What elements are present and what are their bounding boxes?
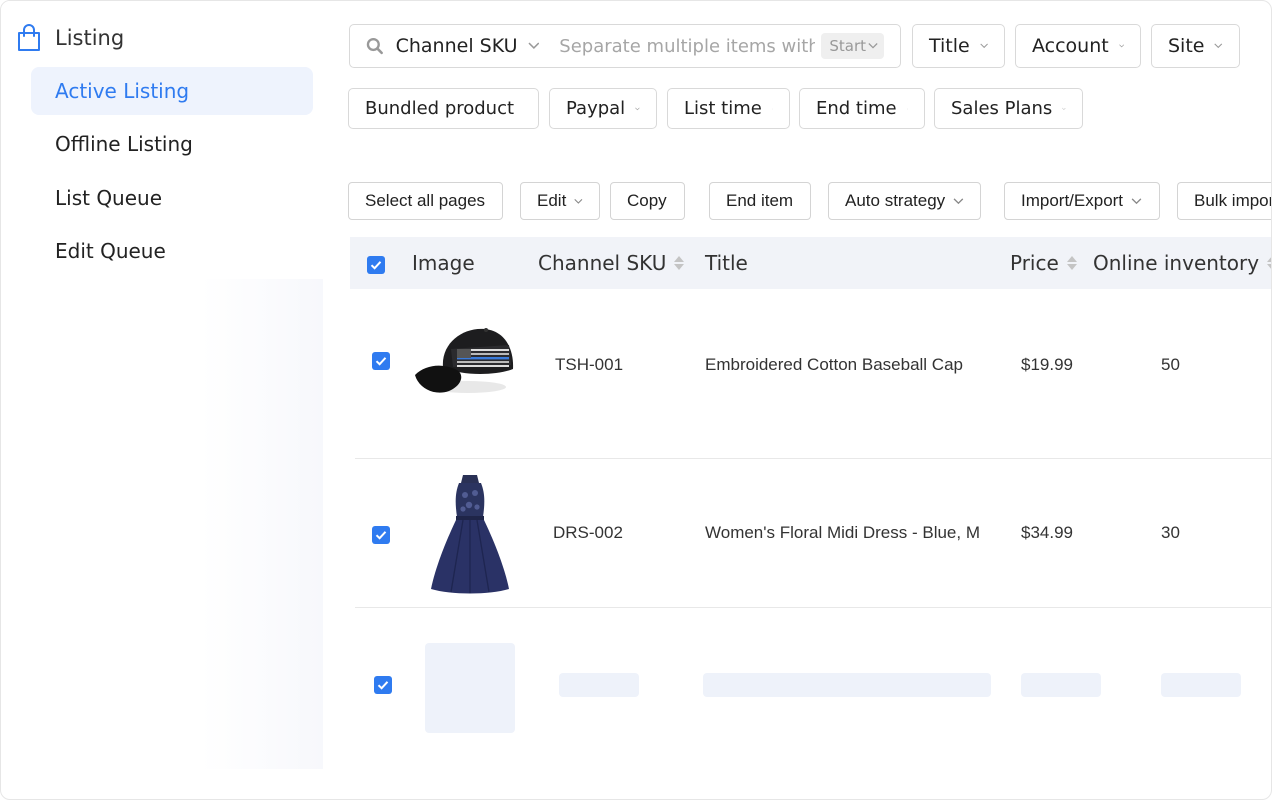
chevron-down-icon bbox=[635, 107, 640, 110]
chevron-down-icon bbox=[1062, 107, 1066, 110]
chevron-down-icon bbox=[1131, 197, 1142, 204]
chevron-down-icon bbox=[771, 108, 773, 109]
title-cell[interactable]: Embroidered Cotton Baseball Cap bbox=[705, 355, 991, 375]
filter-title[interactable]: Title bbox=[912, 24, 1005, 68]
filter-title-label: Title bbox=[929, 35, 970, 57]
chevron-down-icon bbox=[953, 197, 964, 204]
copy-button[interactable]: Copy bbox=[610, 182, 685, 220]
filter-sales-plans-label: Sales Plans bbox=[951, 98, 1053, 119]
shopping-bag-icon bbox=[18, 24, 40, 51]
import-export-label: Import/Export bbox=[1021, 191, 1124, 210]
filter-site-label: Site bbox=[1168, 35, 1205, 57]
import-export-button[interactable]: Import/Export bbox=[1004, 182, 1160, 220]
price-placeholder bbox=[1021, 673, 1101, 697]
chevron-down-icon bbox=[1118, 44, 1124, 48]
row-divider bbox=[355, 607, 1271, 608]
price-cell: $19.99 bbox=[1021, 355, 1073, 374]
search-mode-select[interactable]: Start bbox=[821, 33, 885, 59]
sku-cell: TSH-001 bbox=[555, 355, 624, 374]
column-header-inventory[interactable]: Online inventory bbox=[1093, 237, 1271, 289]
filter-site[interactable]: Site bbox=[1151, 24, 1240, 68]
filter-sales-plans[interactable]: Sales Plans bbox=[934, 88, 1083, 129]
search-field-selector[interactable]: Channel SKU bbox=[396, 35, 518, 57]
checkmark-icon bbox=[375, 357, 387, 366]
column-header-price[interactable]: Price bbox=[1010, 237, 1077, 289]
chevron-down-icon bbox=[906, 108, 908, 109]
filter-paypal-label: Paypal bbox=[566, 98, 626, 119]
image-placeholder bbox=[425, 643, 515, 733]
column-header-sku[interactable]: Channel SKU bbox=[538, 237, 685, 289]
search-icon bbox=[366, 37, 383, 55]
search-input[interactable]: Separate multiple items with bbox=[559, 36, 815, 57]
sort-icon[interactable] bbox=[674, 256, 685, 270]
sidebar-item-active-listing[interactable]: Active Listing bbox=[31, 67, 313, 115]
select-all-pages-button[interactable]: Select all pages bbox=[348, 182, 503, 220]
title-placeholder bbox=[703, 673, 991, 697]
sort-icon[interactable] bbox=[1066, 256, 1077, 270]
column-price-label: Price bbox=[1010, 251, 1059, 275]
product-image-midi-dress[interactable] bbox=[429, 473, 511, 595]
filter-bundled-product[interactable]: Bundled product bbox=[348, 88, 539, 129]
filter-list-time-label: List time bbox=[684, 98, 762, 119]
title-cell[interactable]: Women's Floral Midi Dress - Blue, M bbox=[705, 523, 991, 543]
chevron-down-icon bbox=[528, 42, 539, 49]
select-all-checkbox[interactable] bbox=[367, 256, 385, 274]
chevron-down-icon bbox=[980, 43, 988, 49]
chevron-down-icon bbox=[574, 198, 583, 204]
filter-end-time[interactable]: End time bbox=[799, 88, 925, 129]
auto-strategy-button[interactable]: Auto strategy bbox=[828, 182, 981, 220]
sidebar-title: Listing bbox=[55, 26, 125, 50]
sidebar-item-list-queue[interactable]: List Queue bbox=[31, 174, 313, 222]
chevron-down-icon bbox=[1214, 43, 1223, 49]
column-header-title: Title bbox=[705, 237, 748, 289]
checkmark-icon bbox=[375, 531, 387, 540]
edit-button-label: Edit bbox=[537, 191, 567, 210]
column-sku-label: Channel SKU bbox=[538, 251, 667, 275]
row-divider bbox=[355, 458, 1271, 459]
filter-paypal[interactable]: Paypal bbox=[549, 88, 657, 129]
column-header-image: Image bbox=[412, 237, 475, 289]
sort-icon[interactable] bbox=[1267, 256, 1271, 270]
product-image-baseball-cap[interactable] bbox=[413, 323, 517, 403]
search-box[interactable]: Channel SKU Separate multiple items with… bbox=[349, 24, 901, 68]
auto-strategy-label: Auto strategy bbox=[845, 191, 946, 210]
row-checkbox[interactable] bbox=[372, 526, 390, 544]
price-cell: $34.99 bbox=[1021, 523, 1073, 542]
checkmark-icon bbox=[377, 681, 389, 690]
table-header: Image Channel SKU Title Price Online inv… bbox=[350, 237, 1271, 289]
bulk-import-button[interactable]: Bulk impor bbox=[1177, 182, 1271, 220]
end-item-button[interactable]: End item bbox=[709, 182, 811, 220]
search-mode-label: Start bbox=[829, 37, 867, 55]
filter-account-label: Account bbox=[1032, 35, 1109, 57]
sku-cell: DRS-002 bbox=[553, 523, 623, 542]
sidebar-item-edit-queue[interactable]: Edit Queue bbox=[31, 227, 313, 275]
column-image-label: Image bbox=[412, 251, 475, 275]
inventory-cell: 50 bbox=[1161, 355, 1180, 374]
filter-list-time[interactable]: List time bbox=[667, 88, 790, 129]
sku-placeholder bbox=[559, 673, 639, 697]
checkmark-icon bbox=[370, 261, 382, 270]
inventory-cell: 30 bbox=[1161, 523, 1180, 542]
filter-bundled-product-label: Bundled product bbox=[365, 98, 515, 119]
edit-button[interactable]: Edit bbox=[520, 182, 600, 220]
row-checkbox[interactable] bbox=[374, 676, 392, 694]
app-window: Listing Active Listing Offline Listing L… bbox=[0, 0, 1272, 800]
column-inventory-label: Online inventory bbox=[1093, 251, 1260, 275]
sidebar: Listing Active Listing Offline Listing L… bbox=[1, 1, 323, 279]
sidebar-item-offline-listing[interactable]: Offline Listing bbox=[31, 120, 313, 168]
row-checkbox[interactable] bbox=[372, 352, 390, 370]
inventory-placeholder bbox=[1161, 673, 1241, 697]
column-title-label: Title bbox=[705, 251, 748, 275]
filter-end-time-label: End time bbox=[816, 98, 897, 119]
filter-account[interactable]: Account bbox=[1015, 24, 1141, 68]
sidebar-background bbox=[1, 279, 323, 769]
chevron-down-icon bbox=[868, 43, 878, 49]
sidebar-header: Listing bbox=[15, 23, 124, 53]
